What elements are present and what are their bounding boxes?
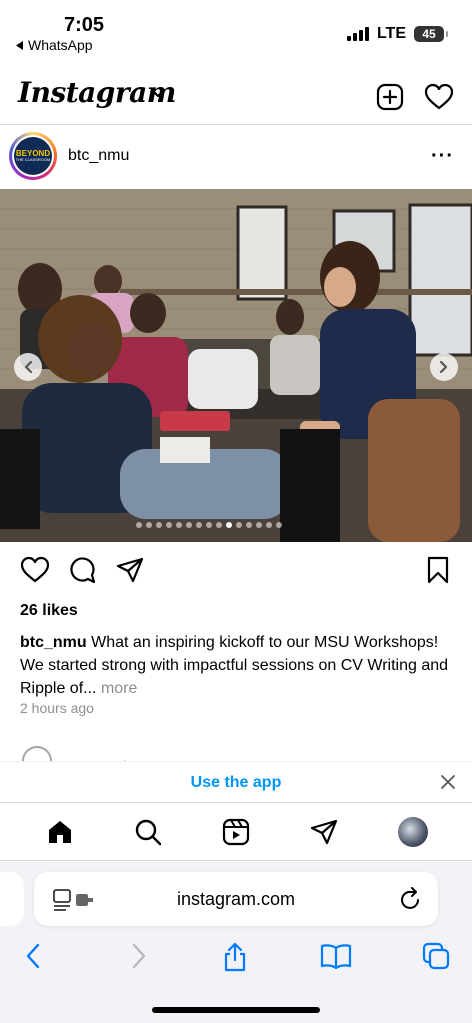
carousel-dot: [146, 522, 152, 528]
chevron-left-icon: [24, 360, 33, 374]
instagram-header: Instagram: [0, 70, 472, 125]
likes-count[interactable]: 26 likes: [20, 602, 78, 620]
workshop-photo: [0, 189, 472, 542]
carousel-next-button[interactable]: [430, 353, 458, 381]
post-actions: [0, 556, 472, 590]
use-app-button[interactable]: Use the app: [0, 774, 472, 792]
url-text: instagram.com: [176, 889, 296, 909]
caption-username[interactable]: btc_nmu: [20, 634, 87, 651]
carousel-dot: [256, 522, 262, 528]
avatar-subtext: THE CLASSROOM: [15, 156, 51, 162]
direct-icon[interactable]: [310, 818, 338, 846]
bookmark-icon[interactable]: [426, 556, 450, 584]
carousel-dot: [266, 522, 272, 528]
battery-level: 45: [422, 27, 436, 41]
chevron-right-icon: [439, 360, 448, 374]
home-icon[interactable]: [46, 818, 74, 846]
share-sheet-icon[interactable]: [222, 942, 248, 972]
carousel-dot: [216, 522, 222, 528]
search-icon[interactable]: [134, 818, 162, 846]
post-username[interactable]: btc_nmu: [68, 147, 129, 165]
address-bar[interactable]: instagram.com: [34, 872, 438, 926]
bookmarks-icon[interactable]: [320, 942, 352, 970]
more-options-icon[interactable]: ···: [431, 146, 454, 166]
new-post-icon[interactable]: [376, 83, 404, 111]
carousel-indicator: [136, 522, 282, 528]
previous-tab-preview[interactable]: [0, 872, 24, 926]
carousel-dot: [136, 522, 142, 528]
network-label: LTE: [376, 25, 406, 42]
carousel-dot: [226, 522, 232, 528]
home-indicator[interactable]: [152, 1007, 320, 1013]
carousel-dot: [276, 522, 282, 528]
like-heart-icon[interactable]: [20, 556, 50, 584]
status-time: 7:05: [64, 14, 105, 36]
comment-icon[interactable]: [68, 556, 96, 584]
post-timestamp: 2 hours ago: [20, 700, 94, 716]
bottom-nav: [0, 803, 472, 861]
carousel-dot: [206, 522, 212, 528]
carousel-dot: [176, 522, 182, 528]
share-icon[interactable]: [116, 556, 144, 584]
post-author-avatar[interactable]: BEYOND THE CLASSROOM: [9, 132, 57, 180]
use-app-banner: Use the app: [0, 761, 472, 803]
tabs-icon[interactable]: [422, 942, 450, 970]
reload-icon[interactable]: [400, 887, 422, 911]
back-icon[interactable]: [24, 942, 44, 970]
carousel-dot: [156, 522, 162, 528]
status-bar: 7:05 WhatsApp LTE 45: [0, 0, 472, 60]
carousel-dot: [246, 522, 252, 528]
carousel-dot: [236, 522, 242, 528]
carousel-dot: [196, 522, 202, 528]
back-triangle-icon: [16, 40, 23, 50]
carousel-prev-button[interactable]: [14, 353, 42, 381]
chevron-down-icon[interactable]: [150, 88, 166, 98]
carousel-dot: [186, 522, 192, 528]
profile-avatar[interactable]: [398, 817, 428, 847]
post-photo[interactable]: [0, 189, 472, 542]
post-caption: btc_nmu What an inspiring kickoff to our…: [20, 631, 460, 700]
carousel-dot: [166, 522, 172, 528]
back-to-app-link[interactable]: WhatsApp: [16, 37, 93, 53]
safari-toolbar: instagram.com: [0, 862, 472, 1023]
caption-more-link[interactable]: more: [101, 680, 137, 697]
battery-icon: 45: [414, 26, 448, 42]
heart-icon[interactable]: [424, 83, 454, 111]
back-app-label: WhatsApp: [28, 37, 93, 53]
close-icon[interactable]: [440, 774, 456, 790]
post-header: BEYOND THE CLASSROOM btc_nmu ···: [0, 130, 472, 188]
signal-icon: [346, 27, 369, 41]
forward-icon: [132, 943, 146, 969]
reels-icon[interactable]: [222, 818, 250, 846]
